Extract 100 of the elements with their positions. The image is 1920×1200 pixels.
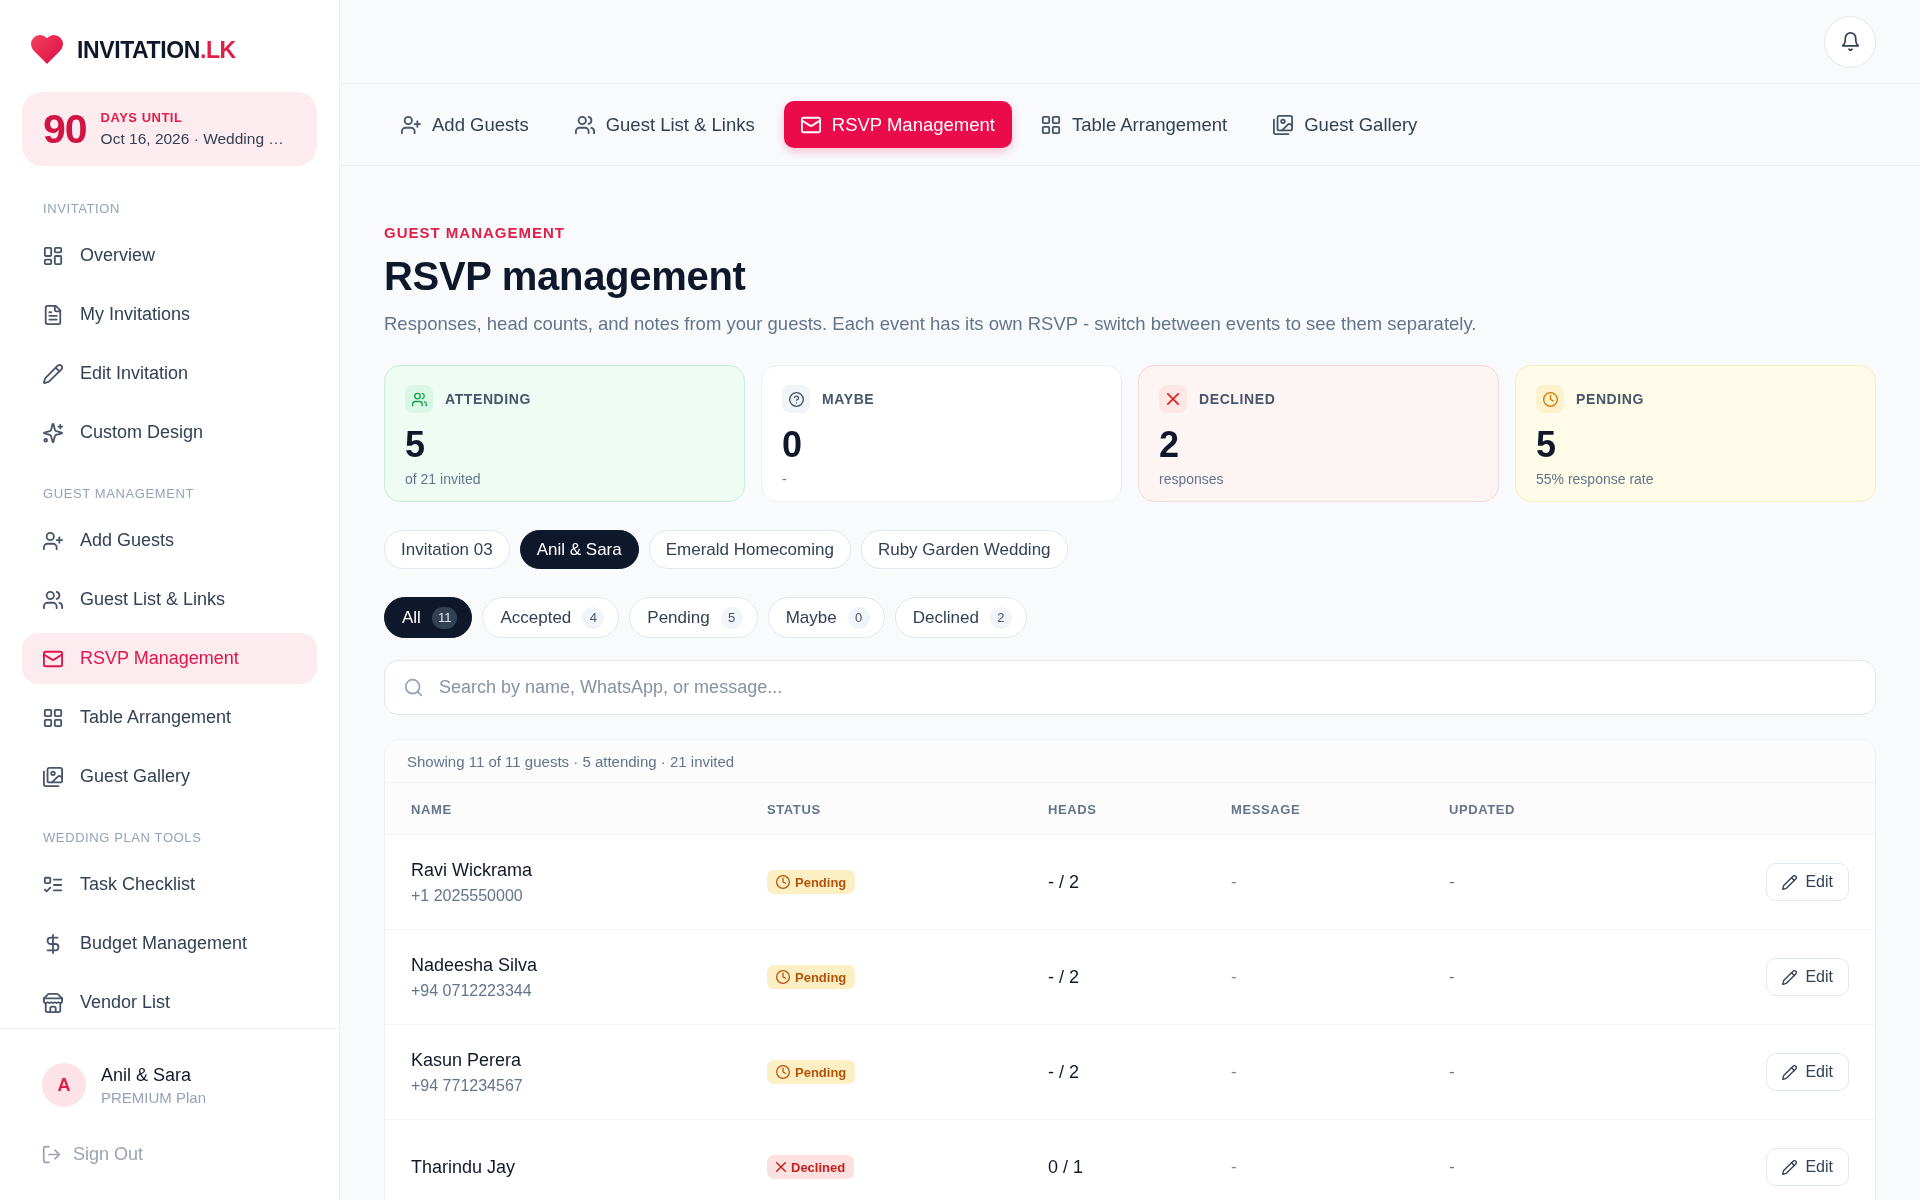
edit-button[interactable]: Edit <box>1766 1148 1849 1186</box>
nav-item[interactable]: My Invitations <box>22 289 317 340</box>
column-header: HEADS <box>1048 801 1097 817</box>
filter-count: 4 <box>582 606 605 629</box>
user-plan: PREMIUM Plan <box>101 1087 207 1107</box>
stat-value: 2 <box>1159 425 1181 465</box>
filter-count: 0 <box>847 606 870 629</box>
filter-chip[interactable]: All 11 <box>384 597 473 638</box>
stat-note: 55% response rate <box>1536 471 1655 487</box>
clock-icon <box>1536 385 1564 413</box>
pencil-icon <box>1782 874 1798 890</box>
heads-count: - / 2 <box>1048 871 1079 892</box>
tab[interactable]: Guest List & Links <box>557 101 772 148</box>
guest-name: Tharindu Jay <box>411 1156 517 1178</box>
heads-count: - / 2 <box>1048 966 1079 987</box>
stat-label: PENDING <box>1576 391 1644 407</box>
avatar: A <box>42 1063 86 1107</box>
brand-name: INVITATION.LK <box>77 36 236 64</box>
updated-text: - <box>1449 1062 1455 1081</box>
search-field[interactable]: Search by name, WhatsApp, or message... <box>384 660 1876 715</box>
x-mark-icon <box>1159 385 1187 413</box>
x-mark-icon <box>776 1162 786 1172</box>
pencil-icon <box>1782 969 1798 985</box>
nav-item[interactable]: RSVP Management <box>22 633 317 684</box>
table-summary: Showing 11 of 11 guests · 5 attending · 21 invited <box>385 740 1875 783</box>
gallery-icon <box>43 766 63 787</box>
nav-item[interactable]: Task Checklist <box>22 859 317 910</box>
phone-number: +94 0712223344 <box>411 980 533 1001</box>
users-icon <box>574 114 595 135</box>
page-subtitle: Responses, head counts, and notes from your guests. Each event has its own RSVP - switch between events to see them separately. <box>384 312 1478 336</box>
column-header: MESSAGE <box>1231 801 1301 817</box>
days-count: 90 <box>43 107 87 151</box>
nav-item[interactable]: Overview <box>22 230 317 281</box>
nav-item[interactable]: Table Arrangement <box>22 692 317 743</box>
stat-value: 5 <box>1536 425 1558 465</box>
document-icon <box>43 304 63 325</box>
heart-icon <box>31 35 63 65</box>
nav-item[interactable]: Edit Invitation <box>22 348 317 399</box>
filter-chip[interactable]: Declined 2 <box>894 597 1027 638</box>
mail-icon <box>800 114 821 135</box>
dashboard-icon <box>43 245 63 266</box>
guest-name: Ravi Wickrama <box>411 858 533 881</box>
grid-icon <box>1040 114 1061 135</box>
guest-name: Kasun Perera <box>411 1048 523 1071</box>
heads-count: 0 / 1 <box>1048 1156 1084 1177</box>
event-chip[interactable]: Invitation 03 <box>384 530 510 569</box>
phone-number: +94 771234567 <box>411 1075 524 1096</box>
stat-value: 0 <box>782 425 804 465</box>
nav-item[interactable]: Budget Management <box>22 918 317 969</box>
sign-out-icon <box>42 1144 61 1164</box>
nav-item[interactable]: Add Guests <box>22 515 317 566</box>
message-text: - <box>1231 967 1237 986</box>
updated-text: - <box>1449 1157 1455 1176</box>
status-label: Pending <box>795 874 847 890</box>
updated-text: - <box>1449 967 1455 986</box>
filter-count: 5 <box>720 606 743 629</box>
pencil-icon <box>1782 1064 1798 1080</box>
stat-value: 5 <box>405 425 427 465</box>
store-icon <box>43 992 63 1013</box>
section-eyebrow: GUEST MANAGEMENT <box>384 224 566 242</box>
users-icon <box>43 589 63 610</box>
tab[interactable]: RSVP Management <box>783 101 1012 148</box>
heads-count: - / 2 <box>1048 1061 1079 1082</box>
nav-item[interactable]: Custom Design <box>22 407 317 458</box>
edit-button[interactable]: Edit <box>1766 863 1849 901</box>
checklist-icon <box>43 874 63 895</box>
status-label: Pending <box>795 969 847 985</box>
stat-label: MAYBE <box>822 391 875 407</box>
user-plus-icon <box>43 530 63 551</box>
filter-chip[interactable]: Maybe 0 <box>767 597 885 638</box>
message-text: - <box>1231 1062 1237 1081</box>
stat-note: responses <box>1159 471 1225 487</box>
nav-item[interactable]: Guest List & Links <box>22 574 317 625</box>
event-chip[interactable]: Anil & Sara <box>519 530 639 569</box>
filter-chip[interactable]: Pending 5 <box>629 597 758 638</box>
search-icon <box>404 678 423 697</box>
nav-section-title: INVITATION <box>42 201 122 217</box>
page-title: RSVP management <box>384 253 747 300</box>
user-name: Anil & Sara <box>101 1063 193 1086</box>
stat-label: DECLINED <box>1199 391 1276 407</box>
column-header: STATUS <box>767 801 821 817</box>
phone-number: +1 2025550000 <box>411 885 524 906</box>
guest-name: Nadeesha Silva <box>411 953 539 976</box>
filter-chip[interactable]: Accepted 4 <box>482 597 620 638</box>
message-text: - <box>1231 872 1237 891</box>
column-header: NAME <box>411 801 452 817</box>
sparkles-icon <box>43 422 63 443</box>
countdown-label: DAYS UNTIL <box>100 110 184 125</box>
tab[interactable]: Table Arrangement <box>1023 101 1245 148</box>
status-label: Pending <box>795 1064 847 1080</box>
tab[interactable]: Add Guests <box>384 101 546 148</box>
event-chip[interactable]: Ruby Garden Wedding <box>860 530 1068 569</box>
clock-icon <box>776 875 790 889</box>
gallery-icon <box>1273 114 1294 135</box>
nav-item[interactable]: Guest Gallery <box>22 751 317 802</box>
event-chip[interactable]: Emerald Homecoming <box>648 530 851 569</box>
tab[interactable]: Guest Gallery <box>1256 101 1435 148</box>
edit-button[interactable]: Edit <box>1766 1053 1849 1091</box>
edit-button[interactable]: Edit <box>1766 958 1849 996</box>
nav-item[interactable]: Vendor List <box>22 977 317 1028</box>
